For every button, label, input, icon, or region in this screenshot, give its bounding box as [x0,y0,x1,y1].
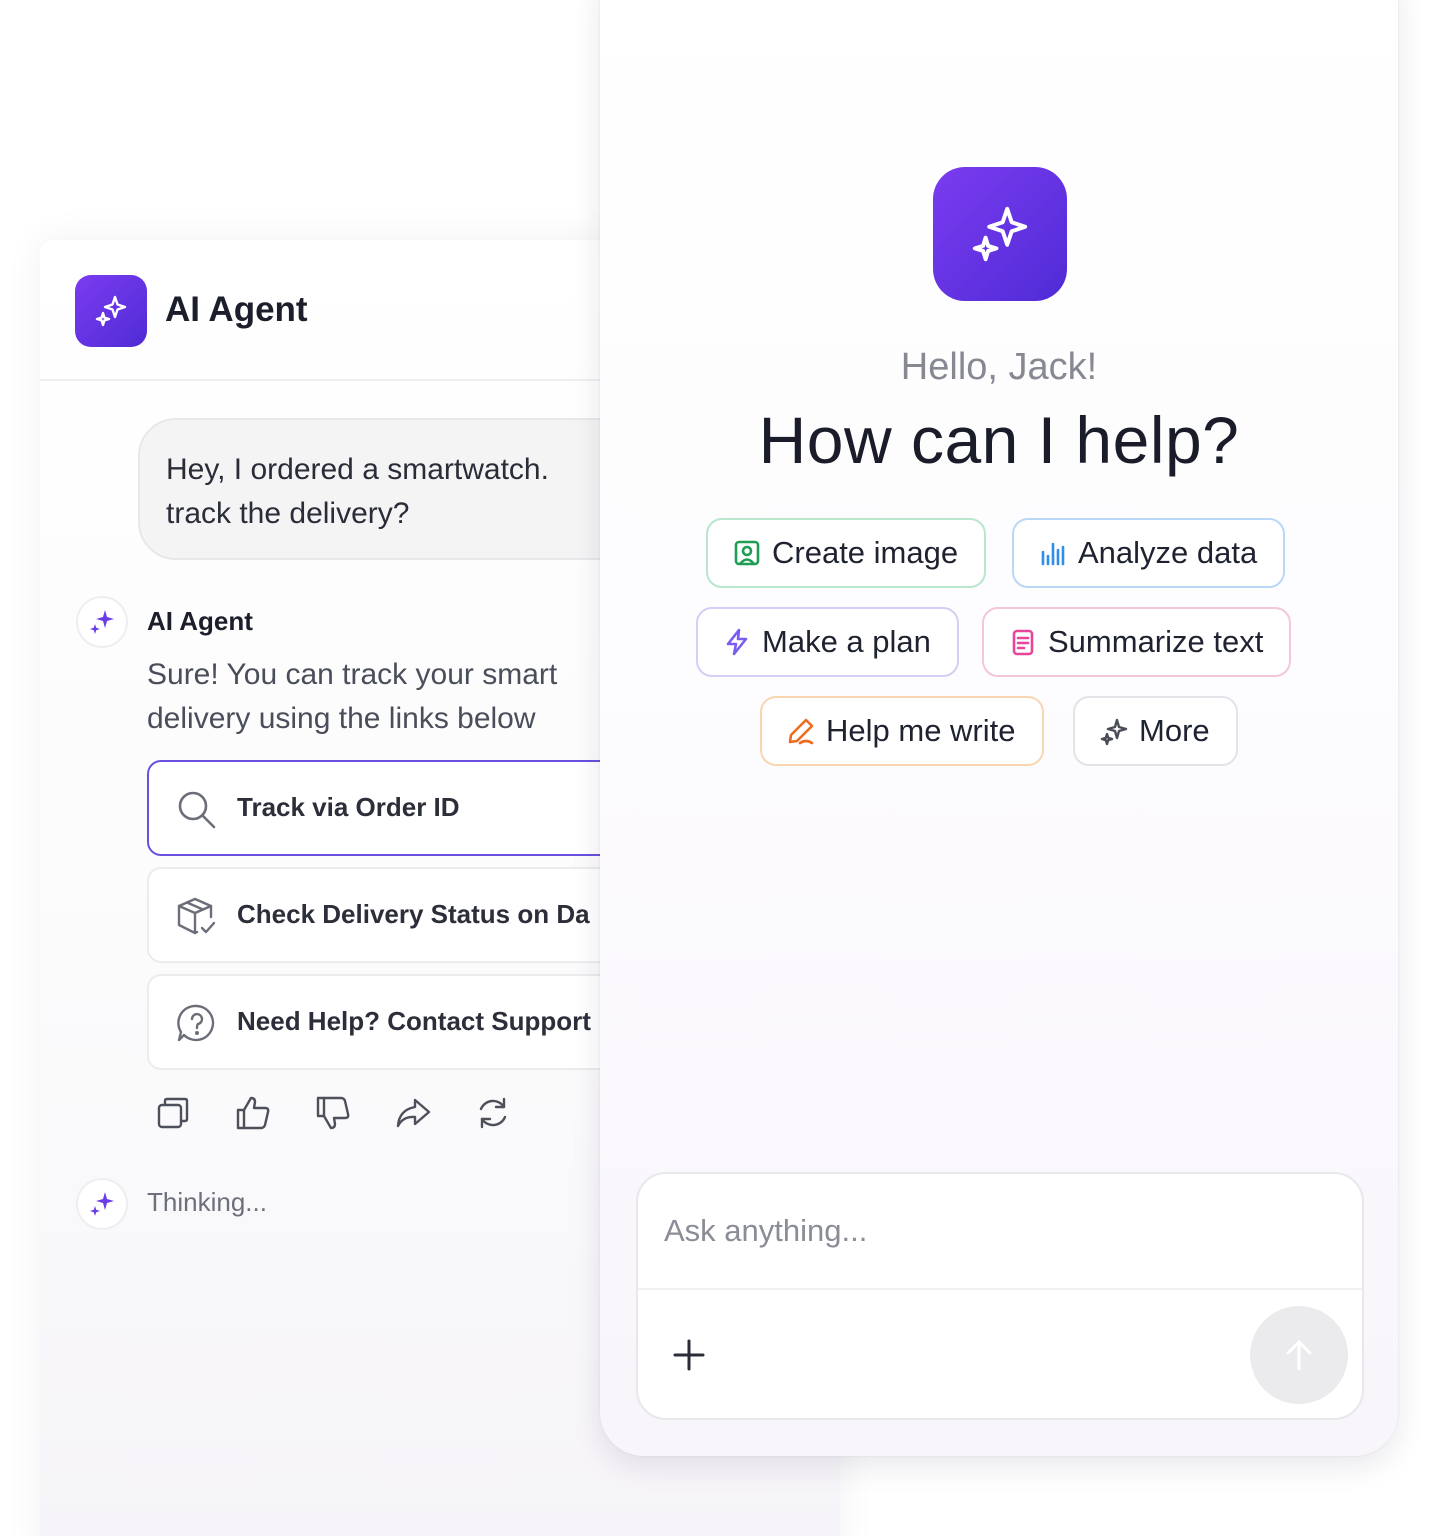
agent-avatar [76,1178,128,1230]
sparkles-icon [90,610,114,634]
plus-icon [673,1339,705,1371]
suggestion-more[interactable]: More [1073,696,1238,766]
add-attachment-button[interactable] [666,1332,712,1378]
suggestion-analyze-data[interactable]: Analyze data [1012,518,1286,588]
suggestion-label: Help me write [826,713,1016,748]
image-icon [734,540,760,566]
suggestion-label: More [1139,713,1210,748]
link-label: Check Delivery Status on Da [237,899,590,929]
link-label: Need Help? Contact Support [237,1006,591,1036]
sparkles-icon [95,295,127,327]
pen-icon [788,718,814,745]
thinking-indicator: Thinking... [147,1187,267,1217]
thumbs-up-icon[interactable] [233,1093,273,1133]
suggestion-label: Summarize text [1048,624,1264,659]
composer-divider [638,1288,1362,1290]
search-icon [178,791,216,829]
headline: How can I help? [758,403,1240,477]
reply-text-line: delivery using the links below [147,702,536,735]
sparkles-icon [972,206,1028,262]
share-icon[interactable] [393,1093,433,1133]
suggestion-label: Create image [772,535,959,570]
suggestion-label: Make a plan [762,624,931,659]
agent-logo [75,275,147,347]
suggestion-create-image[interactable]: Create image [706,518,987,588]
hero-logo [933,167,1067,301]
package-check-icon [177,897,216,935]
agent-title: AI Agent [165,290,308,329]
reply-author: AI Agent [147,606,253,636]
suggestion-help-me-write[interactable]: Help me write [760,696,1044,766]
document-icon [1012,629,1034,656]
lightning-icon [726,628,748,656]
greeting: Hello, Jack! [900,346,1098,388]
ask-input[interactable] [638,1174,1362,1288]
bar-chart-icon [1041,542,1065,566]
reply-text: Sure! You can track your smart delivery … [147,653,667,741]
thumbs-down-icon[interactable] [313,1093,353,1133]
sparkles-icon [90,1192,114,1216]
help-chat-icon [177,1004,215,1042]
app-canvas: AI Agent Hey, I ordered a smartwatch. tr… [0,0,1440,1536]
send-button[interactable] [1250,1306,1348,1404]
sparkles-icon [1100,718,1128,746]
reply-text-line: Sure! You can track your smart [147,658,558,691]
suggestion-label: Analyze data [1078,535,1258,570]
assistant-home-panel: Hello, Jack! How can I help? Create imag… [600,0,1398,1456]
composer [636,1172,1364,1420]
agent-avatar [76,596,128,648]
link-label: Track via Order ID [237,792,460,822]
regenerate-icon[interactable] [473,1093,513,1133]
suggestion-make-a-plan[interactable]: Make a plan [696,607,959,677]
arrow-up-icon [1286,1340,1312,1371]
suggestion-summarize-text[interactable]: Summarize text [982,607,1292,677]
copy-icon[interactable] [153,1093,193,1133]
